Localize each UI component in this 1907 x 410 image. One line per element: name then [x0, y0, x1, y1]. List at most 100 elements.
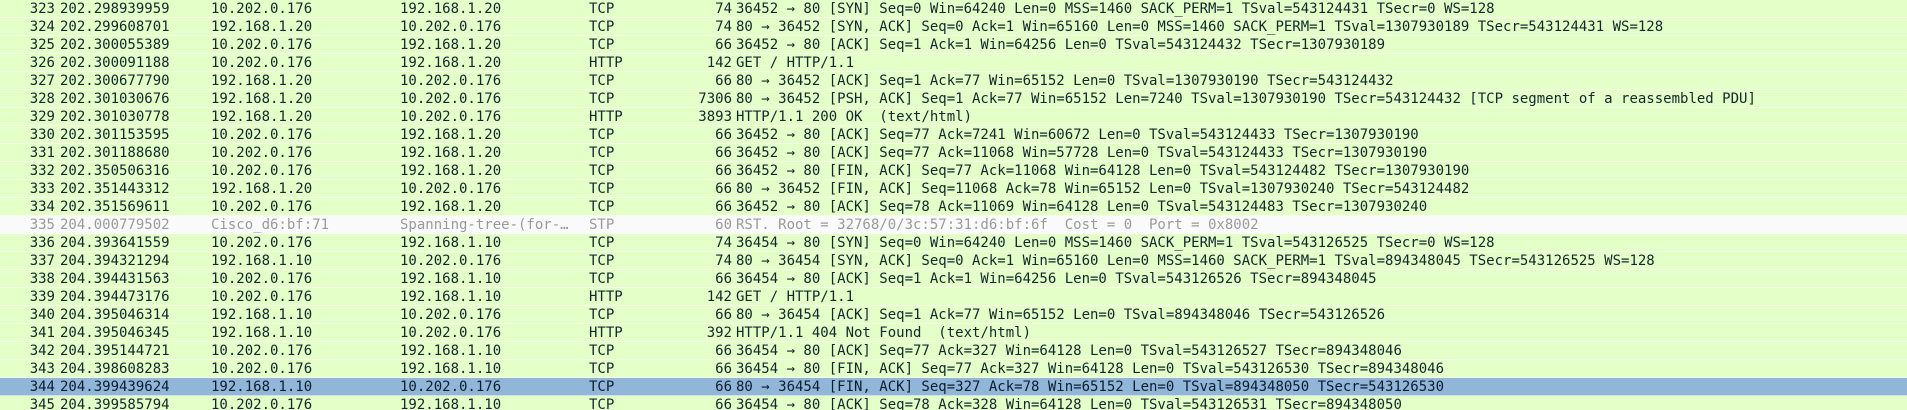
packet-number: 335 — [29, 217, 55, 233]
packet-row-selected[interactable]: 344 204.399439624 192.168.1.10 10.202.0.176… — [0, 378, 1907, 396]
packet-number: 336 — [29, 235, 55, 251]
packet-row[interactable]: 340 204.395046314 192.168.1.10 10.202.0.176… — [0, 306, 1907, 324]
packet-destination: 10.202.0.176 — [400, 91, 502, 107]
packet-length: 74 — [715, 253, 732, 269]
packet-info: 36454 → 80 [ACK] Seq=77 Ack=327 Win=6412… — [736, 343, 1402, 359]
packet-source: 10.202.0.176 — [211, 235, 313, 251]
packet-length: 66 — [715, 181, 732, 197]
packet-length: 66 — [715, 73, 732, 89]
packet-length: 74 — [715, 19, 732, 35]
packet-length: 66 — [715, 145, 732, 161]
packet-info: 36452 → 80 [FIN, ACK] Seq=77 Ack=11068 W… — [736, 163, 1470, 179]
packet-time: 202.351569611 — [60, 199, 170, 215]
packet-row[interactable]: 341 204.395046345 192.168.1.10 10.202.0.176… — [0, 324, 1907, 342]
packet-time: 204.000779502 — [60, 217, 170, 233]
packet-destination: 192.168.1.10 — [400, 343, 502, 359]
packet-row[interactable]: 336 204.393641559 10.202.0.176 192.168.1.10… — [0, 234, 1907, 252]
packet-time: 202.300677790 — [60, 73, 170, 89]
packet-source: 192.168.1.10 — [211, 307, 313, 323]
packet-source: 10.202.0.176 — [211, 397, 313, 410]
packet-row[interactable]: 338 204.394431563 10.202.0.176 192.168.1.10… — [0, 270, 1907, 288]
packet-destination: 10.202.0.176 — [400, 109, 502, 125]
packet-destination: 10.202.0.176 — [400, 73, 502, 89]
packet-destination: 10.202.0.176 — [400, 379, 502, 395]
packet-length: 3893 — [698, 109, 732, 125]
packet-number: 329 — [29, 109, 55, 125]
packet-number: 341 — [29, 325, 55, 341]
packet-source: 192.168.1.10 — [211, 325, 313, 341]
packet-row[interactable]: 342 204.395144721 10.202.0.176 192.168.1.10… — [0, 342, 1907, 360]
packet-row[interactable]: 325 202.300055389 10.202.0.176 192.168.1.20… — [0, 36, 1907, 54]
packet-number: 323 — [29, 1, 55, 17]
packet-number: 344 — [29, 379, 55, 395]
packet-destination: 192.168.1.20 — [400, 163, 502, 179]
packet-row[interactable]: 328 202.301030676 192.168.1.20 10.202.0.176… — [0, 90, 1907, 108]
packet-time: 204.394321294 — [60, 253, 170, 269]
packet-number: 334 — [29, 199, 55, 215]
packet-row[interactable]: 330 202.301153595 10.202.0.176 192.168.1.20… — [0, 126, 1907, 144]
packet-info: 36454 → 80 [ACK] Seq=78 Ack=328 Win=6412… — [736, 397, 1402, 410]
packet-time: 204.395046314 — [60, 307, 170, 323]
packet-source: 192.168.1.20 — [211, 181, 313, 197]
packet-row[interactable]: 339 204.394473176 10.202.0.176 192.168.1.10… — [0, 288, 1907, 306]
packet-row[interactable]: 327 202.300677790 192.168.1.20 10.202.0.176… — [0, 72, 1907, 90]
packet-time: 202.301188680 — [60, 145, 170, 161]
packet-info: 80 → 36452 [FIN, ACK] Seq=11068 Ack=78 W… — [736, 181, 1470, 197]
packet-length: 7306 — [698, 91, 732, 107]
packet-length: 74 — [715, 1, 732, 17]
packet-row[interactable]: 331 202.301188680 10.202.0.176 192.168.1.20… — [0, 144, 1907, 162]
packet-source: Cisco_d6:bf:71 — [211, 217, 330, 233]
packet-destination: 192.168.1.10 — [400, 397, 502, 410]
packet-row[interactable]: 326 202.300091188 10.202.0.176 192.168.1.20… — [0, 54, 1907, 72]
packet-time: 202.350506316 — [60, 163, 170, 179]
packet-row[interactable]: 333 202.351443312 192.168.1.20 10.202.0.176… — [0, 180, 1907, 198]
packet-source: 10.202.0.176 — [211, 127, 313, 143]
packet-time: 204.398608283 — [60, 361, 170, 377]
packet-number: 332 — [29, 163, 55, 179]
packet-source: 10.202.0.176 — [211, 163, 313, 179]
packet-info: 36452 → 80 [ACK] Seq=1 Ack=1 Win=64256 L… — [736, 37, 1386, 53]
packet-time: 204.394473176 — [60, 289, 170, 305]
packet-time: 202.301153595 — [60, 127, 170, 143]
packet-destination: 192.168.1.10 — [400, 289, 502, 305]
packet-destination: 10.202.0.176 — [400, 253, 502, 269]
packet-source: 10.202.0.176 — [211, 361, 313, 377]
packet-time: 204.395046345 — [60, 325, 170, 341]
packet-number: 330 — [29, 127, 55, 143]
packet-row[interactable]: 345 204.399585794 10.202.0.176 192.168.1.10… — [0, 396, 1907, 410]
packet-time: 202.300055389 — [60, 37, 170, 53]
packet-info: HTTP/1.1 200 OK (text/html) — [736, 109, 973, 125]
packet-row[interactable]: 335 204.000779502 Cisco_d6:bf:71 Spanning-t… — [0, 216, 1907, 234]
packet-time: 204.393641559 — [60, 235, 170, 251]
packet-info: 36452 → 80 [ACK] Seq=77 Ack=11068 Win=57… — [736, 145, 1428, 161]
packet-length: 66 — [715, 37, 732, 53]
packet-info: 80 → 36454 [ACK] Seq=1 Ack=77 Win=65152 … — [736, 307, 1386, 323]
packet-row[interactable]: 343 204.398608283 10.202.0.176 192.168.1.10… — [0, 360, 1907, 378]
packet-time: 204.395144721 — [60, 343, 170, 359]
packet-info: GET / HTTP/1.1 — [736, 55, 855, 71]
packet-destination: 10.202.0.176 — [400, 307, 502, 323]
packet-info: GET / HTTP/1.1 — [736, 289, 855, 305]
packet-number: 328 — [29, 91, 55, 107]
packet-time: 202.298939959 — [60, 1, 170, 17]
packet-number: 342 — [29, 343, 55, 359]
packet-row[interactable]: 334 202.351569611 10.202.0.176 192.168.1.20… — [0, 198, 1907, 216]
packet-destination: 192.168.1.10 — [400, 361, 502, 377]
packet-time: 202.301030676 — [60, 91, 170, 107]
packet-length: 142 — [706, 289, 732, 305]
packet-length: 66 — [715, 271, 732, 287]
packet-source: 10.202.0.176 — [211, 343, 313, 359]
packet-source: 192.168.1.20 — [211, 109, 313, 125]
packet-row[interactable]: 323 202.298939959 10.202.0.176 192.168.1.20… — [0, 0, 1907, 18]
packet-number: 343 — [29, 361, 55, 377]
packet-row[interactable]: 337 204.394321294 192.168.1.10 10.202.0.176… — [0, 252, 1907, 270]
packet-source: 10.202.0.176 — [211, 55, 313, 71]
packet-destination: 10.202.0.176 — [400, 181, 502, 197]
packet-row[interactable]: 332 202.350506316 10.202.0.176 192.168.1.20… — [0, 162, 1907, 180]
packet-row[interactable]: 329 202.301030778 192.168.1.20 10.202.0.176… — [0, 108, 1907, 126]
packet-row[interactable]: 324 202.299608701 192.168.1.20 10.202.0.176… — [0, 18, 1907, 36]
packet-time: 204.399439624 — [60, 379, 170, 395]
packet-number: 345 — [29, 397, 55, 410]
packet-length: 66 — [715, 127, 732, 143]
packet-destination: 192.168.1.20 — [400, 127, 502, 143]
